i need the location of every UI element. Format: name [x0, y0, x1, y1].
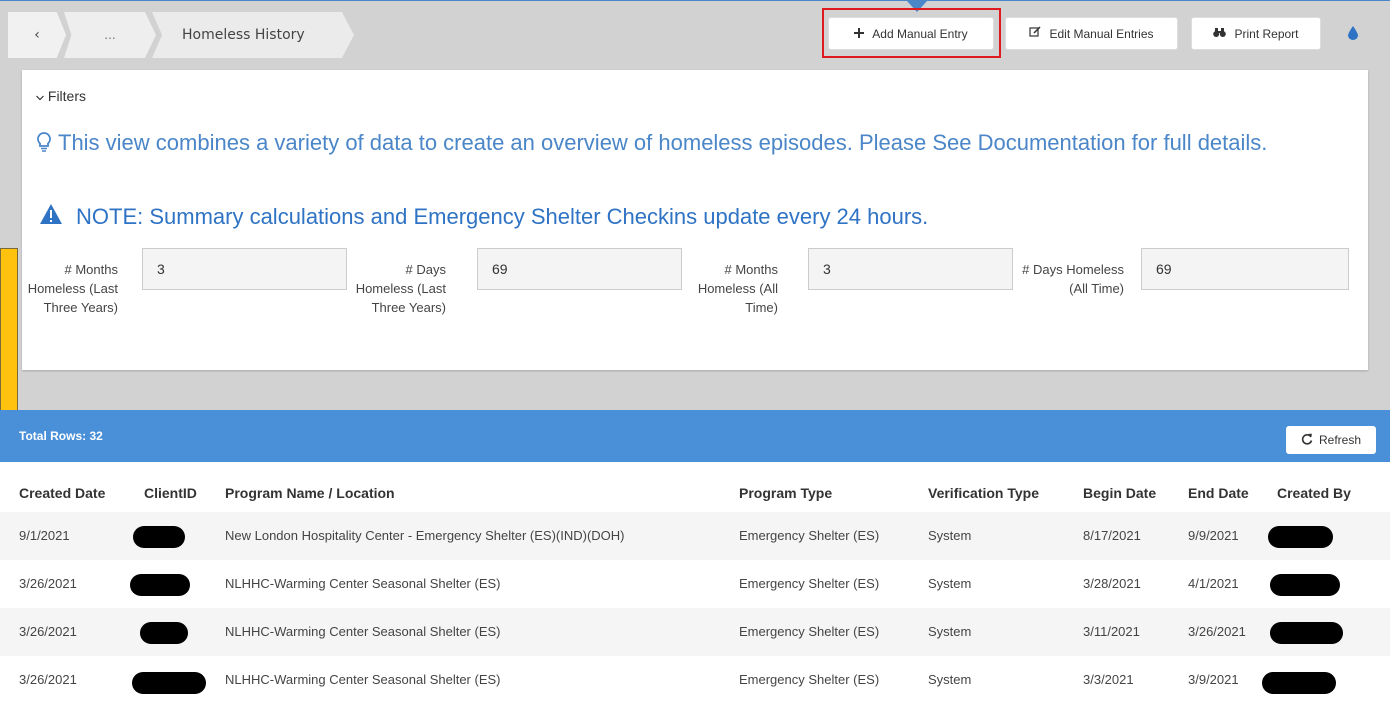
begin-date-cell: 3/3/2021 — [1083, 672, 1134, 687]
edit-manual-entries-label: Edit Manual Entries — [1049, 26, 1154, 41]
table-row[interactable]: 3/26/2021 NLHHC-Warming Center Seasonal … — [0, 656, 1390, 704]
verification-cell: System — [928, 624, 972, 639]
note-message-text: NOTE: Summary calculations and Emergency… — [76, 204, 929, 229]
chevron-left-icon: ‹ — [34, 27, 40, 43]
table-row[interactable]: 3/26/2021 NLHHC-Warming Center Seasonal … — [0, 560, 1390, 608]
redacted-client-id — [132, 672, 206, 694]
column-header[interactable]: Program Type — [739, 485, 832, 501]
stat-value-field[interactable]: 69 — [477, 248, 682, 290]
breadcrumb-ellipsis-label: ... — [104, 28, 116, 42]
end-date-cell: 9/9/2021 — [1188, 528, 1239, 543]
filters-toggle-label: Filters — [47, 88, 87, 104]
redacted-client-id — [133, 526, 185, 548]
stat-value-field[interactable]: 3 — [808, 248, 1013, 290]
print-report-button[interactable]: Print Report — [1191, 17, 1321, 50]
created-date-cell: 3/26/2021 — [19, 672, 77, 687]
redacted-created-by — [1270, 574, 1340, 596]
table-row[interactable]: 3/26/2021 NLHHC-Warming Center Seasonal … — [0, 608, 1390, 656]
filters-panel: Filters This view combines a variety of … — [22, 70, 1368, 370]
drop-icon[interactable] — [1348, 25, 1358, 40]
created-date-cell: 3/26/2021 — [19, 576, 77, 591]
edit-icon — [1029, 26, 1041, 41]
program-type-cell: Emergency Shelter (ES) — [739, 624, 880, 639]
program-type-cell: Emergency Shelter (ES) — [739, 528, 880, 543]
column-header[interactable]: End Date — [1188, 485, 1249, 501]
begin-date-cell: 8/17/2021 — [1083, 528, 1141, 543]
column-header[interactable]: Created By — [1277, 485, 1351, 501]
verification-cell: System — [928, 672, 972, 687]
created-date-cell: 3/26/2021 — [19, 624, 77, 639]
stat-label: # Days Homeless (Last Three Years) — [355, 262, 446, 315]
program-cell: NLHHC-Warming Center Seasonal Shelter (E… — [225, 672, 501, 687]
created-date-cell: 9/1/2021 — [19, 528, 70, 543]
note-message: NOTE: Summary calculations and Emergency… — [40, 204, 928, 230]
top-bar: ‹ ... Homeless History Add Manual Entry … — [0, 0, 1390, 68]
verification-cell: System — [928, 576, 972, 591]
program-type-cell: Emergency Shelter (ES) — [739, 576, 880, 591]
program-cell: NLHHC-Warming Center Seasonal Shelter (E… — [225, 576, 501, 591]
redacted-client-id — [130, 574, 190, 596]
breadcrumb-back-button[interactable]: ‹ — [8, 12, 66, 58]
table-header-bar: Total Rows: 32 Refresh — [0, 410, 1390, 462]
redacted-created-by — [1262, 672, 1336, 694]
total-rows-count: Total Rows: 32 — [19, 429, 103, 443]
history-table: Total Rows: 32 Refresh Created Date Clie… — [0, 410, 1390, 718]
redacted-created-by — [1270, 622, 1343, 644]
refresh-label: Refresh — [1318, 433, 1362, 447]
verification-cell: System — [928, 528, 972, 543]
program-type-cell: Emergency Shelter (ES) — [739, 672, 880, 687]
binoculars-icon — [1213, 27, 1227, 41]
column-header[interactable]: Verification Type — [928, 485, 1039, 501]
highlight-box — [822, 8, 1001, 58]
refresh-icon — [1301, 433, 1313, 448]
redacted-client-id — [140, 622, 188, 644]
breadcrumb-current: Homeless History — [152, 12, 354, 58]
breadcrumb-ellipsis[interactable]: ... — [64, 12, 156, 58]
stat-value-field[interactable]: 3 — [142, 248, 347, 290]
table-column-headers: Created Date ClientID Program Name / Loc… — [0, 476, 1390, 512]
info-message-text: This view combines a variety of data to … — [58, 130, 1268, 155]
redacted-created-by — [1268, 526, 1333, 548]
stat-value-field[interactable]: 69 — [1141, 248, 1349, 290]
end-date-cell: 3/26/2021 — [1188, 624, 1246, 639]
print-report-label: Print Report — [1234, 26, 1299, 41]
column-header[interactable]: Created Date — [19, 485, 105, 501]
table-row[interactable]: 9/1/2021 New London Hospitality Center -… — [0, 512, 1390, 560]
info-message: This view combines a variety of data to … — [36, 130, 1326, 155]
end-date-cell: 3/9/2021 — [1188, 672, 1239, 687]
lightbulb-icon — [36, 132, 52, 152]
stat-label: # Months Homeless (All Time) — [697, 262, 778, 315]
stat-label: # Days Homeless (All Time) — [1022, 262, 1124, 296]
column-header[interactable]: Begin Date — [1083, 485, 1156, 501]
begin-date-cell: 3/11/2021 — [1083, 624, 1140, 639]
edit-manual-entries-button[interactable]: Edit Manual Entries — [1005, 17, 1178, 50]
warning-icon — [40, 204, 62, 230]
stat-label: # Months Homeless (Last Three Years) — [27, 262, 118, 315]
column-header[interactable]: Program Name / Location — [225, 485, 395, 501]
program-cell: NLHHC-Warming Center Seasonal Shelter (E… — [225, 624, 501, 639]
program-cell: New London Hospitality Center - Emergenc… — [225, 528, 625, 543]
chevron-down-icon — [36, 88, 48, 104]
column-header[interactable]: ClientID — [144, 485, 197, 501]
end-date-cell: 4/1/2021 — [1188, 576, 1239, 591]
begin-date-cell: 3/28/2021 — [1083, 576, 1141, 591]
refresh-button[interactable]: Refresh — [1286, 426, 1376, 454]
page-title: Homeless History — [182, 27, 305, 43]
filters-toggle[interactable]: Filters — [36, 88, 86, 104]
breadcrumb: ‹ ... Homeless History — [8, 12, 354, 58]
